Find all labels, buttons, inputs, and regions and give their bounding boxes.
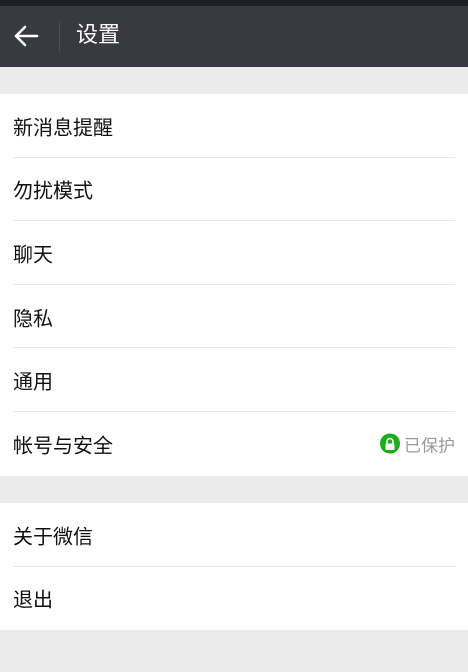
- title-divider: [59, 21, 60, 52]
- settings-item-label: 退出: [13, 587, 53, 612]
- settings-item-label: 帐号与安全: [13, 433, 113, 458]
- settings-item-label: 隐私: [13, 306, 53, 331]
- protection-status-text: 已保护: [404, 436, 455, 457]
- page-title: 设置: [76, 23, 121, 48]
- settings-item-do-not-disturb[interactable]: 勿扰模式: [0, 158, 468, 222]
- settings-item-label: 通用: [13, 369, 53, 394]
- settings-item-privacy[interactable]: 隐私: [0, 285, 468, 349]
- settings-item-label: 关于微信: [13, 524, 93, 549]
- settings-item-notifications[interactable]: 新消息提醒: [0, 94, 468, 158]
- settings-item-about[interactable]: 关于微信: [0, 503, 468, 567]
- arrow-left-icon: [14, 25, 39, 47]
- settings-group-secondary: 关于微信 退出: [0, 503, 468, 630]
- settings-item-general[interactable]: 通用: [0, 348, 468, 412]
- settings-item-label: 新消息提醒: [13, 115, 113, 140]
- settings-item-logout[interactable]: 退出: [0, 567, 468, 631]
- settings-item-chat[interactable]: 聊天: [0, 221, 468, 285]
- settings-group-main: 新消息提醒 勿扰模式 聊天 隐私 通用 帐号与安全 已保护: [0, 94, 468, 476]
- settings-item-account-security[interactable]: 帐号与安全 已保护: [0, 412, 468, 476]
- lock-icon: [380, 433, 400, 454]
- protection-status-badge: 已保护: [380, 431, 455, 456]
- settings-item-label: 勿扰模式: [13, 178, 93, 203]
- back-button[interactable]: [13, 24, 39, 48]
- settings-item-label: 聊天: [13, 242, 53, 267]
- title-bar: 设置: [0, 6, 468, 67]
